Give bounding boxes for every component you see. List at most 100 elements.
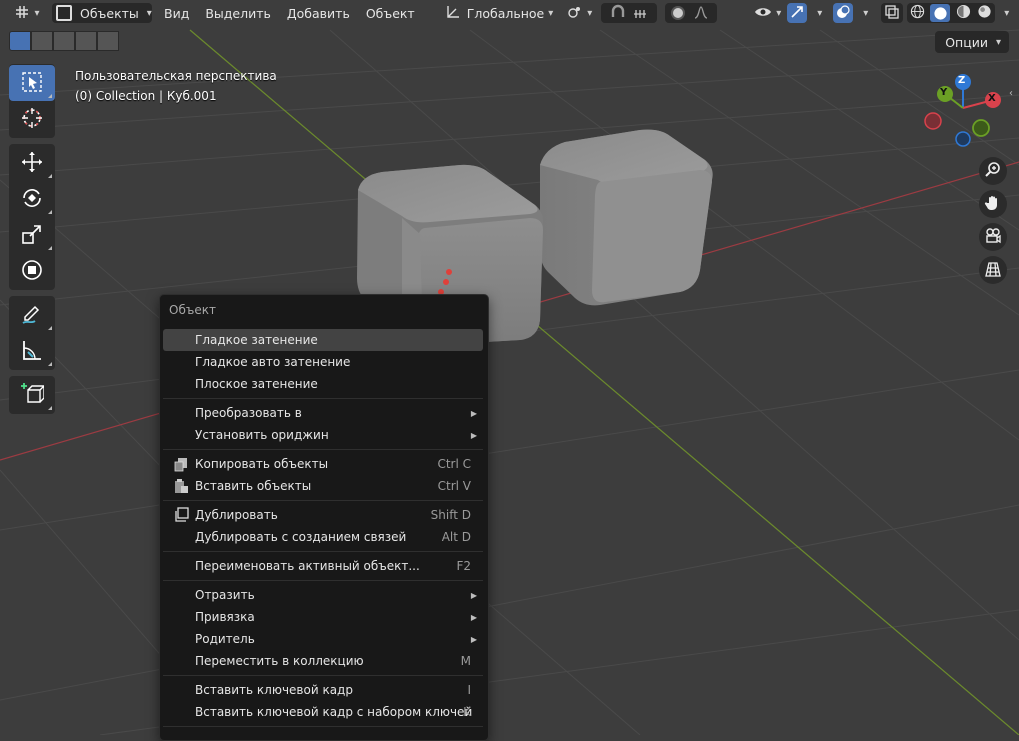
menu-object[interactable]: Объект — [358, 6, 423, 21]
3d-viewport[interactable] — [0, 0, 1019, 735]
gizmo-toggle[interactable] — [786, 3, 807, 23]
pivot-icon — [567, 4, 583, 23]
menu-item-label: Плоское затенение — [195, 377, 318, 391]
paste-icon — [173, 478, 189, 494]
duplicate-icon — [173, 507, 189, 523]
menu-item-label: Дублировать — [195, 508, 278, 522]
menu-item-copy-objects[interactable]: Копировать объекты Ctrl C — [163, 453, 483, 475]
visibility-icon — [754, 5, 772, 22]
menu-item-shortcut: Ctrl C — [437, 457, 471, 471]
menu-item-paste-objects[interactable]: Вставить объекты Ctrl V — [163, 475, 483, 497]
shading-material-icon[interactable] — [956, 4, 971, 22]
menu-item-parent[interactable]: Родитель ▶ — [163, 628, 483, 650]
menu-item-label: Родитель — [195, 632, 255, 646]
shading-wireframe-icon[interactable] — [910, 4, 925, 22]
xray-toggle[interactable] — [880, 3, 903, 23]
menu-item-convert-to[interactable]: Преобразовать в ▶ — [163, 402, 483, 424]
select-extend-button[interactable] — [31, 31, 53, 51]
menu-item-shortcut: F2 — [456, 559, 471, 573]
shading-rendered-icon[interactable] — [977, 4, 992, 22]
menu-separator — [163, 449, 483, 450]
overlay-dropdown[interactable]: ▾ — [855, 3, 873, 23]
perspective-toggle-button[interactable] — [979, 256, 1007, 284]
submenu-arrow-icon: ▶ — [470, 430, 477, 440]
camera-icon — [984, 227, 1002, 248]
gizmo-dropdown[interactable]: ▾ — [809, 3, 827, 23]
tool-add-cube[interactable] — [9, 377, 55, 413]
shading-dropdown[interactable]: ▾ — [997, 3, 1013, 23]
editor-type-button[interactable]: ▾ — [8, 3, 46, 23]
sidebar-toggle[interactable]: ‹ — [1009, 88, 1013, 99]
select-subtract-button[interactable] — [53, 31, 75, 51]
rotate-icon — [20, 186, 44, 213]
menu-add[interactable]: Добавить — [279, 6, 358, 21]
menu-item-shortcut: K — [463, 705, 471, 719]
tool-annotate[interactable] — [9, 297, 55, 333]
select-intersect-button[interactable] — [97, 31, 119, 51]
overlay-toggle[interactable] — [832, 3, 853, 23]
xray-icon — [885, 4, 899, 22]
copy-icon — [173, 456, 189, 472]
menu-item-snap[interactable]: Привязка ▶ — [163, 606, 483, 628]
menu-title: Объект — [169, 303, 216, 317]
add-cube-icon — [20, 382, 45, 409]
object-mode-dropdown[interactable]: Объекты ▾ — [52, 3, 152, 23]
chevron-down-icon: ▾ — [863, 7, 869, 19]
pan-button[interactable] — [979, 190, 1007, 218]
navigation-gizmo[interactable]: Z X Y — [918, 70, 1013, 150]
menu-item-set-origin[interactable]: Установить ориджин ▶ — [163, 424, 483, 446]
menu-item-shortcut: Shift D — [430, 508, 471, 522]
tool-measure[interactable] — [9, 333, 55, 369]
menu-item-insert-keyframe-keying-set[interactable]: Вставить ключевой кадр с набором ключей … — [163, 701, 483, 723]
tool-select-box[interactable] — [9, 65, 55, 101]
shading-modes — [906, 3, 995, 23]
visibility-dropdown[interactable]: ▾ — [751, 3, 785, 23]
camera-view-button[interactable] — [979, 223, 1007, 251]
move-icon — [20, 150, 44, 177]
proportional-editing-button[interactable] — [664, 3, 717, 23]
proportional-editing-icon — [672, 8, 683, 18]
menu-item-label: Преобразовать в — [195, 406, 302, 420]
chevron-down-icon: ▾ — [1004, 7, 1010, 19]
shading-solid-icon[interactable] — [930, 4, 951, 22]
menu-separator — [163, 726, 483, 727]
menu-item-insert-keyframe[interactable]: Вставить ключевой кадр I — [163, 679, 483, 701]
menu-item-shade-flat[interactable]: Плоское затенение — [163, 373, 483, 395]
options-dropdown[interactable]: Опции ▾ — [935, 31, 1009, 53]
pivot-point-button[interactable]: ▾ — [565, 3, 595, 23]
menu-separator — [163, 500, 483, 501]
menu-item-mirror[interactable]: Отразить ▶ — [163, 584, 483, 606]
tool-move[interactable] — [9, 145, 55, 181]
viewport-scene — [0, 0, 1019, 735]
tool-transform[interactable] — [9, 253, 55, 289]
object-context-menu: Объект Гладкое затенение Гладкое авто за… — [159, 294, 489, 741]
menu-item-shortcut: Alt D — [441, 530, 471, 544]
zoom-button[interactable] — [979, 157, 1007, 185]
snap-button[interactable] — [600, 3, 657, 23]
menu-select[interactable]: Выделить — [197, 6, 279, 21]
menu-item-duplicate[interactable]: Дублировать Shift D — [163, 504, 483, 526]
annotate-icon — [20, 302, 44, 329]
menu-view[interactable]: Вид — [156, 6, 197, 21]
menu-item-label: Переместить в коллекцию — [195, 654, 364, 668]
menu-item-move-to-collection[interactable]: Переместить в коллекцию M — [163, 650, 483, 672]
menu-item-label: Дублировать с созданием связей — [195, 530, 407, 544]
menu-item-rename-active[interactable]: Переименовать активный объект... F2 — [163, 555, 483, 577]
menu-separator — [163, 675, 483, 676]
overlay-icon — [836, 4, 850, 22]
transform-orientation-dropdown[interactable]: Глобальное ▾ — [445, 3, 557, 23]
tool-scale[interactable] — [9, 217, 55, 253]
view-name: Пользовательская перспектива — [75, 69, 277, 83]
menu-item-shade-smooth[interactable]: Гладкое затенение — [163, 329, 483, 351]
menu-item-label: Вставить ключевой кадр с набором ключей — [195, 705, 473, 719]
submenu-arrow-icon: ▶ — [470, 634, 477, 644]
tool-rotate[interactable] — [9, 181, 55, 217]
select-invert-button[interactable] — [75, 31, 97, 51]
tool-cursor[interactable] — [9, 101, 55, 137]
snap-icon — [610, 4, 626, 23]
gizmo-y-label: Y — [940, 87, 948, 98]
menu-item-label: Вставить ключевой кадр — [195, 683, 353, 697]
menu-item-shade-auto-smooth[interactable]: Гладкое авто затенение — [163, 351, 483, 373]
menu-item-duplicate-linked[interactable]: Дублировать с созданием связей Alt D — [163, 526, 483, 548]
select-new-button[interactable] — [9, 31, 31, 51]
